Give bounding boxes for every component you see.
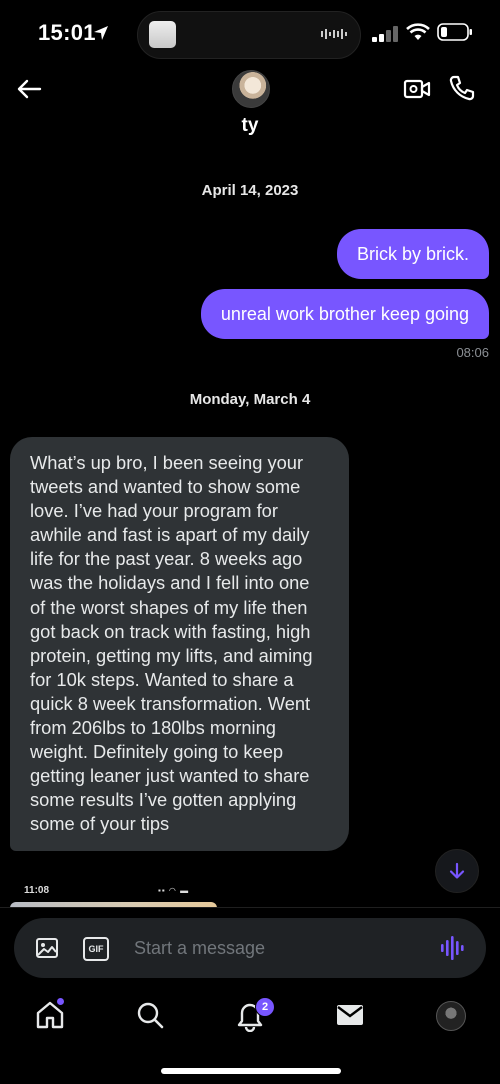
message-input[interactable] (124, 930, 434, 966)
home-unread-dot (57, 998, 64, 1005)
attachment-status-icons: ▪▪ ◠ ▬ (158, 886, 190, 895)
contact-name[interactable]: ty (0, 115, 500, 137)
home-indicator (161, 1068, 341, 1074)
incoming-message[interactable]: What’s up bro, I been seeing your tweets… (10, 437, 349, 851)
audio-waveform-icon (321, 29, 347, 39)
contact-avatar[interactable] (232, 70, 270, 108)
date-separator: Monday, March 4 (189, 391, 311, 408)
battery-icon (437, 23, 472, 41)
search-icon[interactable] (133, 998, 167, 1032)
scroll-to-bottom-button[interactable] (435, 849, 479, 893)
location-arrow-icon (94, 26, 108, 40)
now-playing-thumbnail (149, 21, 176, 48)
status-time: 15:01 (38, 20, 96, 45)
composer-divider (0, 907, 500, 908)
arrow-down-icon (449, 862, 465, 879)
message-timestamp: 08:06 (456, 345, 489, 360)
wifi-icon (406, 23, 430, 40)
voice-message-icon[interactable] (440, 934, 466, 962)
outgoing-message[interactable]: unreal work brother keep going (200, 289, 489, 339)
image-icon[interactable] (35, 936, 59, 960)
outgoing-message[interactable]: Brick by brick. (336, 229, 489, 279)
messages-icon[interactable] (333, 998, 367, 1032)
notifications-badge: 2 (255, 997, 275, 1017)
attachment-preview-time: 11:08 (24, 885, 50, 896)
date-separator: April 14, 2023 (201, 182, 299, 199)
signal-icon (372, 26, 398, 42)
video-call-icon[interactable] (403, 76, 431, 102)
gif-button[interactable]: GIF (83, 937, 109, 961)
profile-avatar[interactable] (436, 1001, 466, 1031)
back-arrow-icon[interactable] (14, 74, 44, 104)
phone-icon[interactable] (448, 74, 476, 102)
